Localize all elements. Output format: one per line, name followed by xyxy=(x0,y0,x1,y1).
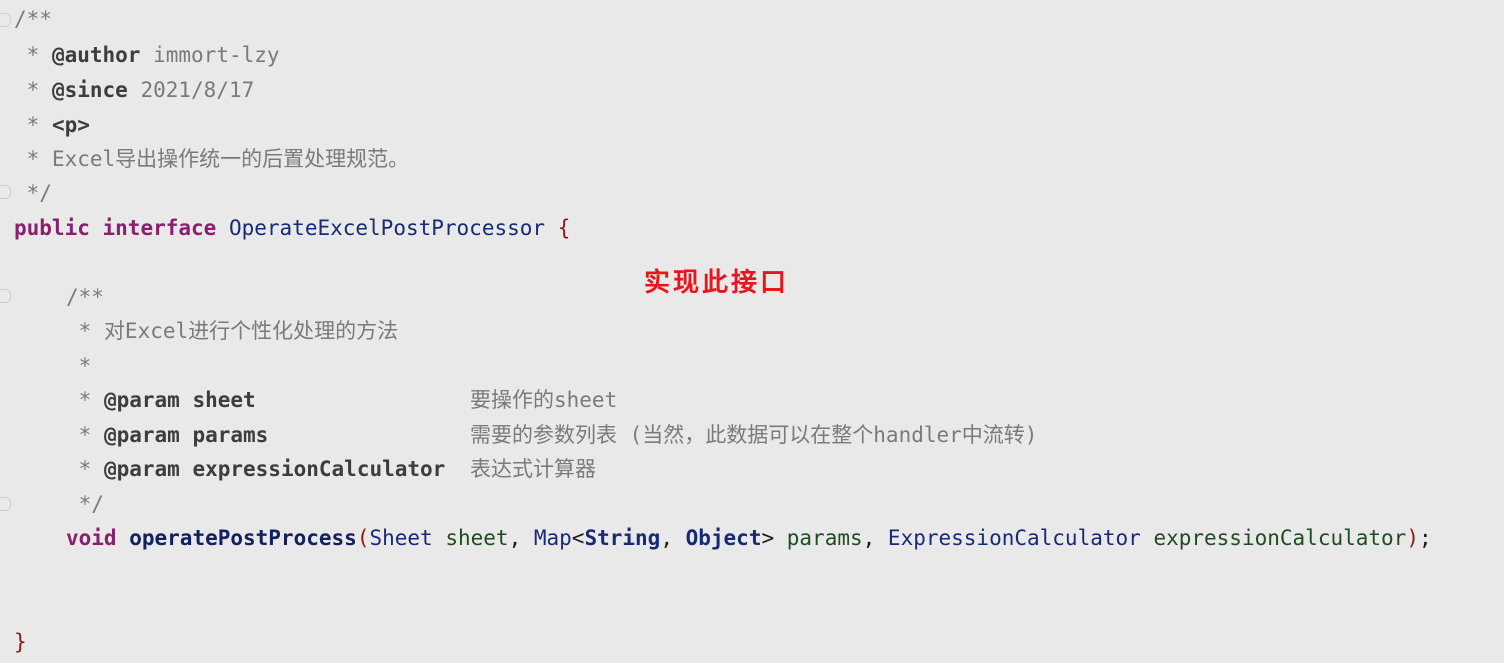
annotation-label: 实现此接口 xyxy=(644,268,790,298)
brace-open: { xyxy=(557,216,571,240)
code-line-4: * <p> xyxy=(14,113,90,137)
comment-open: /** xyxy=(14,7,52,31)
code-line-param-1: * @param sheet xyxy=(66,388,256,412)
param-type-expression-calculator: ExpressionCalculator xyxy=(887,526,1141,550)
param-name: sheet xyxy=(192,388,256,412)
paren-open: ( xyxy=(356,526,370,550)
code-line-5: * Excel导出操作统一的后置处理规范。 xyxy=(14,147,410,171)
param-name: expressionCalculator xyxy=(192,457,446,481)
generic-string: String xyxy=(584,526,661,550)
paren-close: ) xyxy=(1406,526,1419,550)
fold-marker-doc1-start[interactable] xyxy=(0,13,11,27)
param-name: params xyxy=(192,423,269,447)
code-line-1: /** xyxy=(14,2,52,36)
keyword-interface: interface xyxy=(102,216,217,240)
param-expression-calculator: expressionCalculator xyxy=(1153,526,1407,550)
doc1-description: Excel导出操作统一的后置处理规范。 xyxy=(51,147,410,171)
brace-close: } xyxy=(14,630,27,654)
code-line-param-3: * @param expressionCalculator xyxy=(66,457,446,481)
code-line-10: * 对Excel进行个性化处理的方法 xyxy=(66,319,399,343)
author-tag: @author xyxy=(51,43,141,67)
interface-name: OperateExcelPostProcessor xyxy=(228,216,546,240)
since-tag: @since xyxy=(51,78,128,102)
param-type-sheet: Sheet xyxy=(369,526,433,550)
code-line-close: } xyxy=(14,625,27,659)
generic-object: Object xyxy=(685,526,762,550)
method-name: operatePostProcess xyxy=(129,526,357,550)
param-tag: @param xyxy=(103,388,180,412)
code-line-2: * @author immort-lzy xyxy=(14,43,280,67)
keyword-void: void xyxy=(66,526,117,550)
code-line-interface: public interface OperateExcelPostProcess… xyxy=(14,211,570,245)
param-description: 表达式计算器 xyxy=(470,457,596,481)
param-params: params xyxy=(786,526,863,550)
since-value: 2021/8/17 xyxy=(140,78,255,102)
param-tag: @param xyxy=(103,457,180,481)
fold-marker-doc1-end[interactable] xyxy=(0,185,11,199)
code-line-11: * xyxy=(66,354,92,378)
code-editor[interactable]: /** * @author immort-lzy * @since 2021/8… xyxy=(0,0,1504,663)
comment2-close: */ xyxy=(78,492,104,516)
fold-marker-doc2-end[interactable] xyxy=(0,497,11,511)
param-tag: @param xyxy=(103,423,180,447)
comment-close: */ xyxy=(26,181,52,205)
param-type-map: Map xyxy=(533,526,572,550)
code-line-param-2: * @param params xyxy=(66,423,269,447)
code-line-15: */ xyxy=(66,487,104,521)
param-description: 需要的参数列表 (当然，此数据可以在整个handler中流转) xyxy=(470,423,1038,447)
author-value: immort-lzy xyxy=(153,43,280,67)
p-tag: <p> xyxy=(51,113,90,137)
code-line-9: /** xyxy=(66,280,104,314)
param-sheet: sheet xyxy=(445,526,509,550)
comment2-open: /** xyxy=(66,285,104,309)
code-line-6: */ xyxy=(14,176,52,210)
fold-gutter xyxy=(0,0,12,663)
doc2-description: 对Excel进行个性化处理的方法 xyxy=(103,319,399,343)
keyword-public: public xyxy=(14,216,90,240)
code-line-method: void operatePostProcess(Sheet sheet, Map… xyxy=(66,526,1432,550)
fold-marker-doc2-start[interactable] xyxy=(0,289,11,303)
code-line-3: * @since 2021/8/17 xyxy=(14,78,255,102)
param-description: 要操作的sheet xyxy=(470,388,618,412)
